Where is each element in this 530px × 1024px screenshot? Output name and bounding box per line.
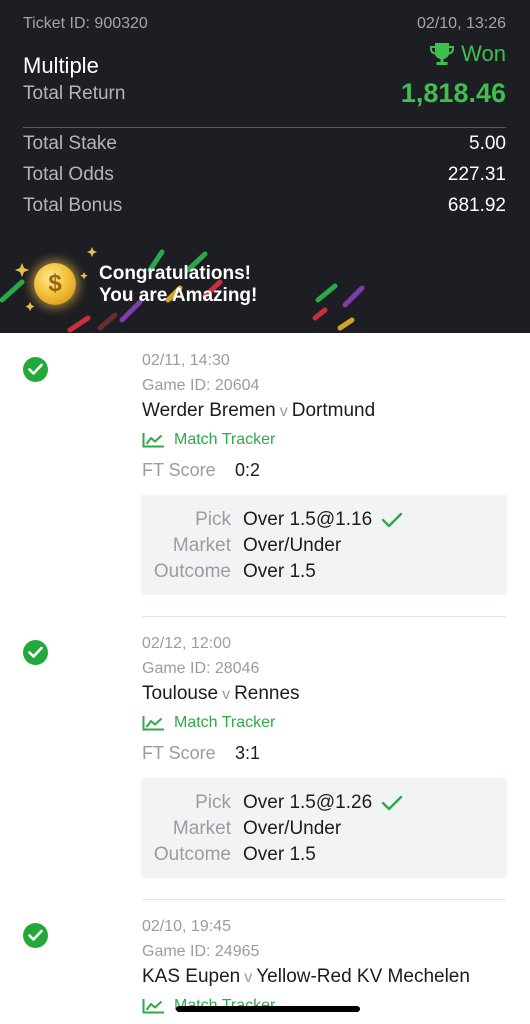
- check-circle-icon: [23, 640, 48, 665]
- game-id: Game ID: 28046: [142, 660, 260, 677]
- pick-label: Pick: [195, 509, 231, 530]
- match-tracker-label: Match Tracker: [174, 714, 276, 731]
- line-chart-icon: [142, 999, 164, 1014]
- outcome-value: Over 1.5: [243, 844, 316, 865]
- ft-score-label: FT Score: [142, 743, 216, 763]
- total-return-label: Total Return: [23, 83, 126, 104]
- ticket-header: Ticket ID: 900320 02/10, 13:26 Won Multi…: [0, 0, 530, 333]
- total-odds-label: Total Odds: [23, 164, 114, 185]
- vs-label: v: [222, 686, 231, 703]
- pick-label: Pick: [195, 792, 231, 813]
- market-value: Over/Under: [243, 818, 342, 839]
- game-id: Game ID: 24965: [142, 943, 260, 960]
- ft-score-value: 3:1: [235, 743, 261, 763]
- pick-text: Over 1.5@1.26: [243, 792, 373, 813]
- match-datetime: 02/12, 12:00: [142, 635, 231, 652]
- outcome-value: Over 1.5: [243, 561, 316, 582]
- match-tracker-link[interactable]: Match Tracker: [142, 431, 275, 449]
- match-datetime: 02/11, 14:30: [142, 352, 230, 369]
- check-circle-icon: [23, 923, 48, 948]
- checkmark-icon: [381, 795, 403, 811]
- outcome-label: Outcome: [153, 561, 231, 582]
- match-tracker-label: Match Tracker: [174, 431, 276, 448]
- market-label: Market: [172, 535, 231, 556]
- away-team: Rennes: [234, 683, 300, 704]
- match-datetime: 02/10, 19:45: [142, 918, 231, 935]
- vs-label: v: [279, 403, 288, 420]
- selection-card[interactable]: 02/11, 14:30 Game ID: 20604 Werder Breme…: [0, 333, 530, 617]
- congrats-line-2: You are Amazing!: [99, 285, 258, 306]
- checkmark-icon: [28, 929, 43, 941]
- home-team: Werder Bremen: [142, 400, 276, 421]
- checkmark-icon: [381, 512, 403, 528]
- pick-value: Over 1.5@1.26: [243, 792, 403, 814]
- bet-type: Multiple: [23, 53, 99, 78]
- pick-details: Pick Over 1.5@1.16 Market Over/Under Out…: [141, 495, 507, 595]
- vs-label: v: [244, 969, 253, 986]
- pick-details: Pick Over 1.5@1.26 Market Over/Under Out…: [141, 778, 507, 878]
- outcome-label: Outcome: [153, 844, 231, 865]
- pick-value: Over 1.5@1.16: [243, 509, 403, 531]
- checkmark-icon: [28, 363, 43, 375]
- market-label: Market: [172, 818, 231, 839]
- total-bonus-label: Total Bonus: [23, 195, 123, 216]
- ft-score-label: FT Score: [142, 460, 216, 480]
- ticket-id: Ticket ID: 900320: [23, 15, 148, 32]
- line-chart-icon: [142, 433, 164, 448]
- total-return-value: 1,818.46: [400, 78, 506, 108]
- home-team: Toulouse: [142, 683, 219, 704]
- status-badge: Won: [429, 41, 506, 67]
- market-value: Over/Under: [243, 535, 342, 556]
- total-stake-label: Total Stake: [23, 133, 117, 154]
- ticket-datetime: 02/10, 13:26: [417, 15, 506, 32]
- home-indicator[interactable]: [176, 1006, 360, 1012]
- game-id: Game ID: 20604: [142, 377, 260, 394]
- home-team: KAS Eupen: [142, 966, 241, 987]
- match-teams: Toulouse v Rennes: [142, 683, 300, 705]
- selection-card[interactable]: 02/12, 12:00 Game ID: 28046 Toulouse v Ren…: [0, 616, 530, 900]
- pick-text: Over 1.5@1.16: [243, 509, 373, 530]
- check-circle-icon: [23, 357, 48, 382]
- trophy-icon: [430, 43, 455, 65]
- match-teams: KAS Eupen v Yellow-Red KV Mechelen: [142, 966, 470, 988]
- total-stake-value: 5.00: [469, 133, 506, 154]
- header-divider: [23, 127, 506, 128]
- status-text: Won: [461, 41, 506, 66]
- congrats-message: Congratulations! You are Amazing!: [99, 263, 257, 307]
- checkmark-icon: [28, 646, 43, 658]
- total-bonus-value: 681.92: [447, 195, 506, 216]
- away-team: Yellow-Red KV Mechelen: [256, 966, 470, 987]
- total-odds-value: 227.31: [447, 164, 506, 185]
- line-chart-icon: [142, 716, 164, 731]
- confetti-decoration: [0, 247, 365, 333]
- congrats-line-1: Congratulations!: [99, 263, 251, 284]
- match-tracker-link[interactable]: Match Tracker: [142, 714, 275, 732]
- coin-icon: $: [34, 263, 76, 305]
- coin-symbol: $: [48, 270, 62, 297]
- match-teams: Werder Bremen v Dortmund: [142, 400, 375, 422]
- away-team: Dortmund: [291, 400, 376, 421]
- ft-score-value: 0:2: [235, 460, 261, 480]
